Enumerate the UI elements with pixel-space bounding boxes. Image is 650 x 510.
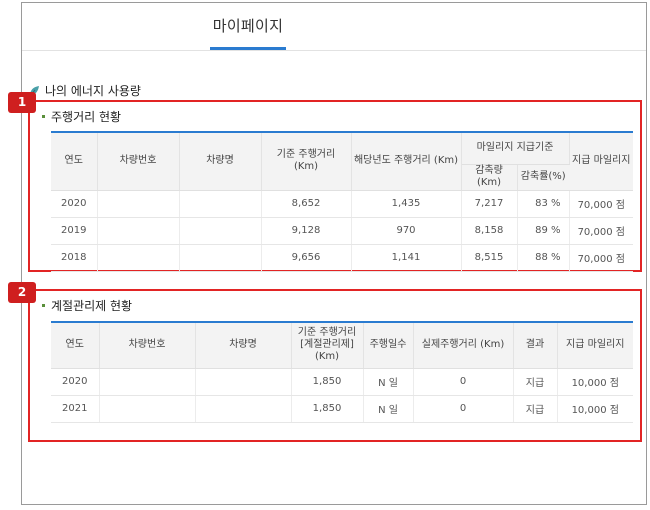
col-header-year: 연도 xyxy=(51,132,98,191)
table-row: 2021 1,850 N 일 0 지급 10,000 점 xyxy=(51,395,633,423)
cell-days: N 일 xyxy=(363,368,414,396)
cell-result: 지급 xyxy=(513,395,558,423)
driving-section-title: 주행거리 현황 xyxy=(42,108,121,125)
col-header-result: 결과 xyxy=(513,322,558,369)
seasonal-table: 연도 차량번호 차량명 기준 주행거리 [계절관리제] (Km) 주행일수 실제… xyxy=(51,321,633,423)
cell-year: 2021 xyxy=(51,395,100,423)
cell-car xyxy=(195,395,292,423)
cell-year: 2019 xyxy=(51,217,98,245)
table-row: 2019 9,128 970 8,158 89 % 70,000 점 xyxy=(51,217,633,245)
cell-mileage: 10,000 점 xyxy=(557,395,633,423)
cell-mileage: 10,000 점 xyxy=(557,368,633,396)
driving-table: 연도 차량번호 차량명 기준 주행거리 (Km) 해당년도 주행거리 (Km) … xyxy=(51,131,633,272)
cell-plate xyxy=(99,395,196,423)
base-header-line1: 기준 주행거리 xyxy=(297,327,357,339)
section-bullet-icon xyxy=(42,304,45,307)
cell-car xyxy=(179,244,262,272)
col-header-plate: 차량번호 xyxy=(97,132,180,191)
col-header-days: 주행일수 xyxy=(363,322,414,369)
cell-plate xyxy=(99,368,196,396)
cell-current: 970 xyxy=(351,217,462,245)
col-header-mileage-criteria: 마일리지 지급기준 xyxy=(461,132,570,165)
cell-reduce-rate: 89 % xyxy=(517,217,570,245)
driving-section-label: 주행거리 현황 xyxy=(51,110,122,124)
cell-base: 1,850 xyxy=(291,368,364,396)
cell-days: N 일 xyxy=(363,395,414,423)
cell-reduce-rate: 83 % xyxy=(517,190,570,218)
cell-reduce-amount: 7,217 xyxy=(461,190,518,218)
base-header-line2: [계절관리제] xyxy=(300,339,354,351)
tab-mypage[interactable]: 마이페이지 xyxy=(210,15,286,36)
col-header-car: 차량명 xyxy=(179,132,262,191)
callout-badge-1: 1 xyxy=(8,92,36,113)
cell-actual: 0 xyxy=(413,395,514,423)
cell-mileage: 70,000 점 xyxy=(569,190,633,218)
cell-base: 8,652 xyxy=(261,190,352,218)
cell-mileage: 70,000 점 xyxy=(569,244,633,272)
energy-usage-label: 나의 에너지 사용량 xyxy=(45,84,141,98)
base-header-line3: (Km) xyxy=(314,351,340,363)
col-header-current-distance: 해당년도 주행거리 (Km) xyxy=(351,132,462,191)
cell-car xyxy=(179,190,262,218)
section-bullet-icon xyxy=(42,115,45,118)
callout-badge-2: 2 xyxy=(8,282,36,303)
col-header-mileage: 지급 마일리지 xyxy=(569,132,633,191)
cell-base: 9,656 xyxy=(261,244,352,272)
cell-car xyxy=(179,217,262,245)
cell-current: 1,435 xyxy=(351,190,462,218)
cell-plate xyxy=(97,217,180,245)
page-header: 마이페이지 xyxy=(22,3,646,51)
cell-mileage: 70,000 점 xyxy=(569,217,633,245)
col-header-base-distance: 기준 주행거리 [계절관리제] (Km) xyxy=(291,322,364,369)
cell-current: 1,141 xyxy=(351,244,462,272)
col-header-plate: 차량번호 xyxy=(99,322,196,369)
col-header-reduce-rate: 감축률(%) xyxy=(517,164,569,191)
cell-actual: 0 xyxy=(413,368,514,396)
cell-year: 2020 xyxy=(51,368,100,396)
table-row: 2020 1,850 N 일 0 지급 10,000 점 xyxy=(51,368,633,396)
col-header-car: 차량명 xyxy=(195,322,292,369)
cell-plate xyxy=(97,244,180,272)
cell-base: 1,850 xyxy=(291,395,364,423)
cell-year: 2018 xyxy=(51,244,98,272)
energy-usage-title: 나의 에너지 사용량 xyxy=(28,82,141,99)
tab-active-underline xyxy=(210,47,286,50)
col-header-base-distance: 기준 주행거리 (Km) xyxy=(261,132,352,191)
cell-base: 9,128 xyxy=(261,217,352,245)
cell-reduce-amount: 8,158 xyxy=(461,217,518,245)
col-header-mileage: 지급 마일리지 xyxy=(557,322,633,369)
table-row: 2020 8,652 1,435 7,217 83 % 70,000 점 xyxy=(51,190,633,218)
col-header-reduce-amount: 감축량(Km) xyxy=(461,164,518,191)
cell-reduce-amount: 8,515 xyxy=(461,244,518,272)
table-row: 2018 9,656 1,141 8,515 88 % 70,000 점 xyxy=(51,244,633,272)
seasonal-section-label: 계절관리제 현황 xyxy=(51,299,133,313)
cell-car xyxy=(195,368,292,396)
cell-reduce-rate: 88 % xyxy=(517,244,570,272)
cell-result: 지급 xyxy=(513,368,558,396)
col-header-actual-distance: 실제주행거리 (Km) xyxy=(413,322,514,369)
cell-year: 2020 xyxy=(51,190,98,218)
seasonal-section-title: 계절관리제 현황 xyxy=(42,297,132,314)
col-header-year: 연도 xyxy=(51,322,100,369)
cell-plate xyxy=(97,190,180,218)
